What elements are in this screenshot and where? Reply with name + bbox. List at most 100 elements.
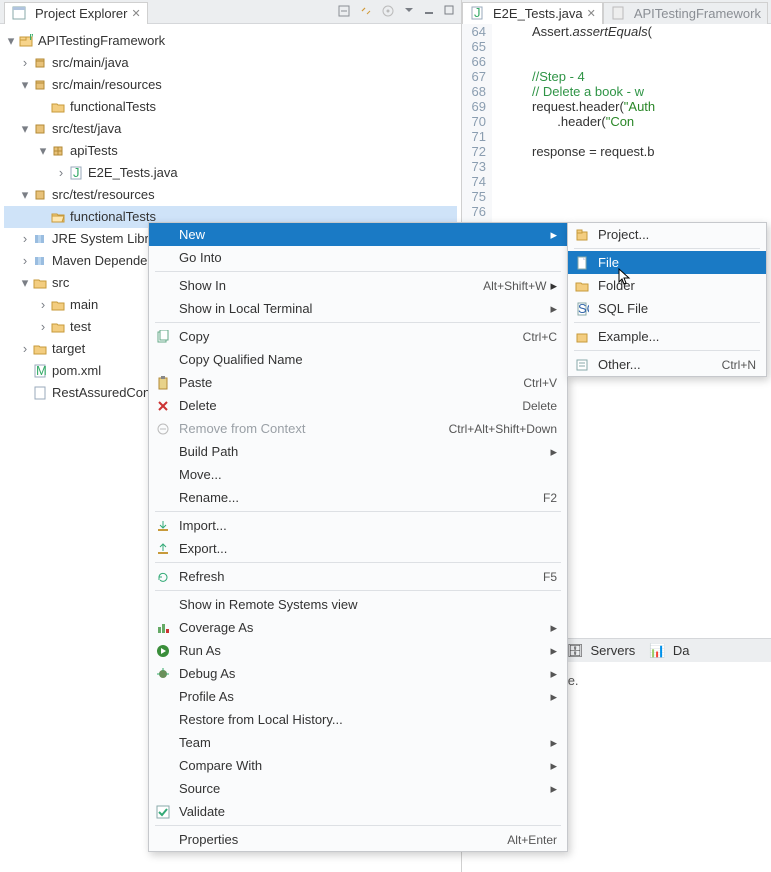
blank-icon (155, 781, 171, 797)
menu-item-label: Run As (179, 643, 221, 658)
maximize-icon[interactable] (443, 4, 455, 18)
editor-tab-inactive[interactable]: APITestingFramework (603, 2, 768, 24)
editor-tab-active[interactable]: J E2E_Tests.java ✕ (462, 2, 603, 24)
chevron-right-icon: ▸ (550, 689, 557, 705)
menu-item-folder[interactable]: Folder (568, 274, 766, 297)
twisty-open-icon[interactable]: ▾ (18, 184, 32, 206)
tree-label: src/test/resources (52, 184, 155, 206)
menu-item-copy[interactable]: CopyCtrl+C (149, 325, 567, 348)
menu-item-example[interactable]: Example... (568, 325, 766, 348)
tree-item[interactable]: ▾ src/test/resources (4, 184, 457, 206)
twisty-open-icon[interactable]: ▾ (36, 140, 50, 162)
chevron-right-icon: ▸ (550, 227, 557, 243)
menu-shortcut: Ctrl+V (523, 376, 557, 390)
menu-item-show-in[interactable]: Show InAlt+Shift+W▸ (149, 274, 567, 297)
project-icon (574, 227, 590, 243)
explorer-tabbar: Project Explorer ✕ (0, 0, 461, 24)
twisty-open-icon[interactable]: ▾ (18, 74, 32, 96)
chevron-right-icon: ▸ (550, 444, 557, 460)
menu-separator (155, 590, 561, 591)
menu-item-label: Import... (179, 518, 227, 533)
menu-item-new[interactable]: New▸ (149, 223, 567, 246)
tree-item[interactable]: ▾apiTests (4, 140, 457, 162)
explorer-tab[interactable]: Project Explorer ✕ (4, 2, 148, 24)
focus-icon[interactable] (381, 4, 395, 18)
blank-icon (155, 227, 171, 243)
menu-shortcut: Alt+Shift+W (483, 279, 546, 293)
tree-item[interactable]: functionalTests (4, 96, 457, 118)
blank-icon (155, 278, 171, 294)
twisty-closed-icon[interactable]: › (18, 228, 32, 250)
menu-item-remove-from-context[interactable]: Remove from ContextCtrl+Alt+Shift+Down (149, 417, 567, 440)
tab-data[interactable]: 📊 Da (649, 643, 689, 659)
menu-item-build-path[interactable]: Build Path▸ (149, 440, 567, 463)
menu-item-project[interactable]: Project... (568, 223, 766, 246)
menu-item-export[interactable]: Export... (149, 537, 567, 560)
menu-item-paste[interactable]: PasteCtrl+V (149, 371, 567, 394)
menu-shortcut: F5 (543, 570, 557, 584)
menu-item-restore-from-local-history[interactable]: Restore from Local History... (149, 708, 567, 731)
menu-item-show-in-local-terminal[interactable]: Show in Local Terminal▸ (149, 297, 567, 320)
menu-item-coverage-as[interactable]: Coverage As▸ (149, 616, 567, 639)
close-icon[interactable]: ✕ (131, 7, 140, 20)
package-icon (32, 121, 48, 137)
menu-item-delete[interactable]: DeleteDelete (149, 394, 567, 417)
menu-item-source[interactable]: Source▸ (149, 777, 567, 800)
menu-item-compare-with[interactable]: Compare With▸ (149, 754, 567, 777)
menu-shortcut: F2 (543, 491, 557, 505)
tab-servers[interactable]: 🗄 Servers (567, 643, 635, 659)
twisty-closed-icon[interactable]: › (18, 338, 32, 360)
collapse-icon[interactable] (337, 4, 351, 18)
remove-icon (155, 421, 171, 437)
svg-text:SQL: SQL (578, 302, 589, 316)
menu-item-debug-as[interactable]: Debug As▸ (149, 662, 567, 685)
tree-project-root[interactable]: ▾ M APITestingFramework (4, 30, 457, 52)
tree-item[interactable]: ›JE2E_Tests.java (4, 162, 457, 184)
copy-icon (155, 329, 171, 345)
editor-tab-label: E2E_Tests.java (493, 6, 583, 21)
blank-icon (155, 490, 171, 506)
menu-item-show-in-remote-systems-view[interactable]: Show in Remote Systems view (149, 593, 567, 616)
library-icon (32, 253, 48, 269)
menu-item-validate[interactable]: Validate (149, 800, 567, 823)
navigator-icon (11, 5, 27, 21)
twisty-closed-icon[interactable]: › (18, 52, 32, 74)
twisty-open-icon[interactable]: ▾ (18, 272, 32, 294)
menu-icon[interactable] (403, 4, 415, 18)
twisty-closed-icon[interactable]: › (18, 250, 32, 272)
package-icon (32, 187, 48, 203)
blank-icon (155, 352, 171, 368)
twisty-closed-icon[interactable]: › (36, 316, 50, 338)
menu-item-move[interactable]: Move... (149, 463, 567, 486)
menu-item-properties[interactable]: PropertiesAlt+Enter (149, 828, 567, 851)
package-icon (50, 143, 66, 159)
menu-shortcut: Ctrl+Alt+Shift+Down (449, 422, 557, 436)
menu-item-import[interactable]: Import... (149, 514, 567, 537)
close-icon[interactable]: ✕ (587, 7, 596, 20)
tree-item[interactable]: ›src/main/java (4, 52, 457, 74)
tree-item[interactable]: ▾src/main/resources (4, 74, 457, 96)
menu-item-profile-as[interactable]: Profile As▸ (149, 685, 567, 708)
minimize-icon[interactable] (423, 4, 435, 18)
blank-icon (155, 301, 171, 317)
menu-item-file[interactable]: File (568, 251, 766, 274)
twisty-closed-icon[interactable]: › (54, 162, 68, 184)
link-icon[interactable] (359, 4, 373, 18)
menu-item-rename[interactable]: Rename...F2 (149, 486, 567, 509)
twisty-open-icon[interactable]: ▾ (18, 118, 32, 140)
explorer-tab-label: Project Explorer (35, 6, 127, 21)
menu-item-run-as[interactable]: Run As▸ (149, 639, 567, 662)
menu-item-team[interactable]: Team▸ (149, 731, 567, 754)
tree-label: src/test/java (52, 118, 121, 140)
tree-item[interactable]: ▾ src/test/java (4, 118, 457, 140)
menu-item-other[interactable]: Other...Ctrl+N (568, 353, 766, 376)
menu-item-refresh[interactable]: RefreshF5 (149, 565, 567, 588)
menu-item-go-into[interactable]: Go Into (149, 246, 567, 269)
twisty-closed-icon[interactable]: › (36, 294, 50, 316)
coverage-icon (155, 620, 171, 636)
menu-item-sql-file[interactable]: SQLSQL File (568, 297, 766, 320)
import-icon (155, 518, 171, 534)
twisty-open-icon[interactable]: ▾ (4, 30, 18, 52)
xml-file-icon: M (32, 363, 48, 379)
menu-item-copy-qualified-name[interactable]: Copy Qualified Name (149, 348, 567, 371)
